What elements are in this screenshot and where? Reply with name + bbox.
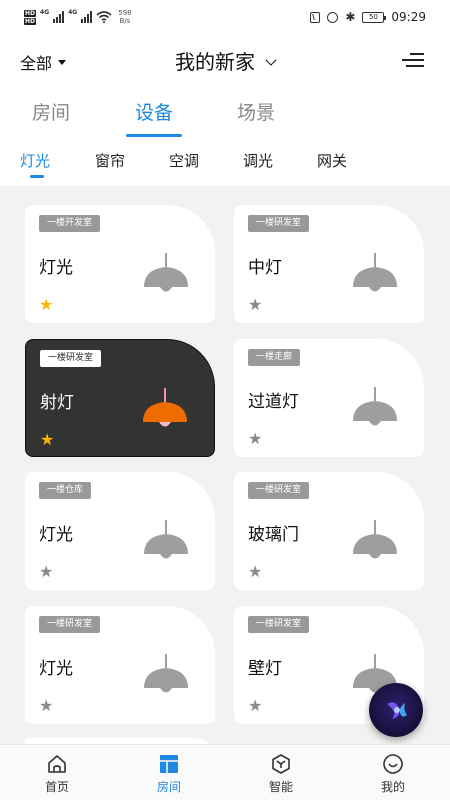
device-card[interactable]: 一楼仓库 灯光 ★ (25, 472, 215, 590)
network-speed: 598 B/s (118, 9, 131, 25)
battery-level: 50 (368, 12, 378, 21)
device-card[interactable]: 一楼研发室 玻璃门 ★ (234, 472, 424, 590)
device-name: 灯光 (39, 659, 73, 679)
lamp-on-icon[interactable] (140, 388, 190, 432)
favorite-star-icon[interactable]: ★ (39, 564, 53, 580)
lamp-off-icon[interactable] (141, 654, 191, 698)
category-tab-dimmer[interactable]: 调光 (243, 150, 273, 171)
home-icon (48, 755, 66, 773)
wifi-icon (96, 11, 112, 23)
device-name: 壁灯 (248, 659, 282, 679)
category-tab-curtains[interactable]: 窗帘 (95, 150, 125, 171)
favorite-star-icon[interactable]: ★ (248, 431, 262, 447)
room-icon (160, 755, 178, 773)
device-card-active[interactable]: 一楼研发室 射灯 ★ (25, 339, 215, 457)
network-gen: 4G (40, 9, 50, 16)
nfc-icon (310, 11, 321, 23)
favorite-star-icon[interactable]: ★ (248, 564, 262, 580)
device-card[interactable]: 一楼开发室 灯光 ★ (25, 205, 215, 323)
room-tag: 一楼开发室 (39, 215, 101, 232)
tab-rooms[interactable]: 房间 (32, 98, 70, 125)
category-tab-ac[interactable]: 空调 (169, 150, 199, 171)
battery-icon: 50 (362, 11, 387, 23)
speed-value: 598 (118, 9, 132, 17)
tab-scenes[interactable]: 场景 (237, 98, 275, 125)
nav-label: 我的 (380, 780, 405, 794)
bottom-nav: 首页 房间 智能 我的 (0, 744, 450, 800)
tab-devices[interactable]: 设备 (135, 98, 173, 125)
lamp-off-icon[interactable] (141, 520, 191, 564)
favorite-star-icon[interactable]: ★ (248, 698, 262, 714)
active-category-indicator (30, 175, 44, 178)
signal-icon (81, 11, 93, 23)
nav-label: 智能 (268, 780, 293, 794)
network-gen: 4G (68, 9, 78, 16)
device-card[interactable]: 一楼研发室 中灯 ★ (234, 205, 424, 323)
device-name: 灯光 (39, 525, 73, 545)
favorite-star-icon[interactable]: ★ (39, 297, 53, 313)
lamp-off-icon[interactable] (350, 387, 400, 431)
category-tabs: 灯光 窗帘 空调 调光 网关 (0, 150, 450, 180)
app-header: 全部 我的新家 (0, 42, 450, 78)
nav-label: 房间 (156, 780, 181, 794)
hd-badge: HD (24, 9, 37, 17)
favorite-star-icon[interactable]: ★ (248, 297, 262, 313)
nav-label: 首页 (44, 780, 69, 794)
profile-icon (383, 754, 403, 774)
favorite-star-icon[interactable]: ★ (40, 432, 54, 448)
lamp-off-icon[interactable] (141, 253, 191, 297)
voice-assistant-button[interactable] (369, 683, 423, 737)
device-card[interactable]: 一楼研发室 灯光 ★ (25, 606, 215, 724)
status-bar: HD HD 4G 4G 598 B/s ✱ 50 09:29 (0, 0, 450, 36)
nav-profile[interactable]: 我的 (363, 753, 423, 795)
device-name: 过道灯 (248, 392, 299, 412)
room-tag: 一楼研发室 (248, 482, 310, 499)
hd-badges: HD HD (24, 9, 37, 25)
nav-rooms[interactable]: 房间 (139, 753, 199, 795)
nav-home[interactable]: 首页 (27, 753, 87, 795)
room-tag: 一楼研发室 (248, 616, 310, 633)
room-tag: 一楼研发室 (248, 215, 310, 232)
hd-badge: HD (24, 17, 37, 25)
device-name: 灯光 (39, 258, 73, 278)
active-tab-indicator (126, 134, 182, 137)
bluetooth-icon: ✱ (345, 10, 356, 24)
status-right: ✱ 50 09:29 (310, 10, 426, 24)
assistant-orb-icon (387, 702, 407, 719)
device-grid: 一楼开发室 灯光 ★ 一楼研发室 中灯 ★ 一楼研发室 射灯 ★ 一楼走廊 过道… (0, 186, 450, 744)
status-left: HD HD 4G 4G 598 B/s (24, 9, 132, 25)
category-tab-lights[interactable]: 灯光 (20, 150, 50, 171)
home-selector[interactable]: 我的新家 (0, 46, 450, 75)
lamp-off-icon[interactable] (350, 253, 400, 297)
device-name: 中灯 (248, 258, 282, 278)
menu-icon[interactable] (402, 53, 424, 67)
room-tag: 一楼仓库 (39, 482, 92, 499)
speed-unit: B/s (119, 17, 131, 25)
room-tag: 一楼研发室 (39, 616, 101, 633)
device-name: 玻璃门 (248, 525, 299, 545)
room-tag: 一楼研发室 (40, 350, 102, 367)
alarm-icon (327, 11, 339, 23)
device-name: 射灯 (40, 393, 74, 413)
smart-icon (272, 754, 290, 774)
device-card[interactable]: 一楼走廊 过道灯 ★ (234, 339, 424, 457)
main-tabs: 房间 设备 场景 (0, 92, 450, 138)
clock: 09:29 (391, 10, 426, 24)
category-tab-gateway[interactable]: 网关 (317, 150, 347, 171)
nav-smart[interactable]: 智能 (251, 753, 311, 795)
room-tag: 一楼走廊 (248, 349, 301, 366)
chevron-down-icon (265, 54, 277, 66)
signal-icon (53, 11, 65, 23)
lamp-off-icon[interactable] (350, 520, 400, 564)
favorite-star-icon[interactable]: ★ (39, 698, 53, 714)
home-title: 我的新家 (175, 50, 255, 74)
